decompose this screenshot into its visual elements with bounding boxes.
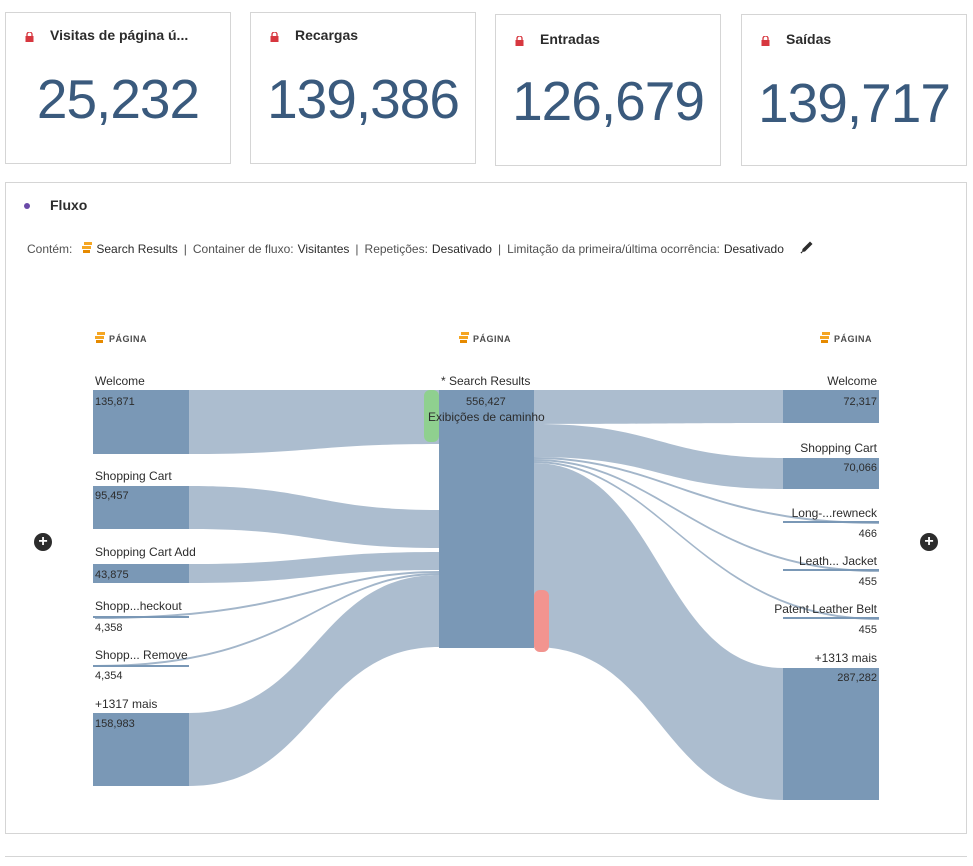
kpi-card-reloads[interactable]: Recargas 139,386 — [250, 12, 476, 164]
column-header-label: PÁGINA — [109, 333, 148, 344]
flow-node-label[interactable]: Shopp...heckout — [95, 599, 182, 613]
kpi-value: 126,679 — [512, 70, 705, 132]
lock-icon — [270, 29, 279, 42]
flow-node-value: 4,358 — [95, 622, 123, 634]
repeats-label: Repetições: — [364, 241, 428, 256]
kpi-value: 25,232 — [36, 68, 200, 130]
lock-icon — [761, 33, 770, 46]
flow-node-label[interactable]: Long-...rewneck — [792, 506, 877, 520]
flow-node-label[interactable]: Shopping Cart Add — [95, 545, 196, 559]
page-dimension-icon — [820, 332, 830, 345]
container-value[interactable]: Visitantes — [298, 242, 350, 256]
page-dimension-icon — [95, 332, 105, 345]
separator: | — [355, 241, 359, 256]
flow-node-value: 43,875 — [95, 569, 129, 581]
edit-pencil-icon[interactable] — [800, 240, 814, 257]
kpi-title: Saídas — [786, 31, 832, 47]
kpi-title: Entradas — [540, 31, 600, 47]
contains-value[interactable]: Search Results — [96, 242, 177, 256]
flow-node-value: 4,354 — [95, 670, 123, 682]
flow-node-label[interactable]: +1313 mais — [815, 651, 877, 665]
flow-node-label[interactable]: +1317 mais — [95, 697, 157, 711]
flow-node-value: 466 — [858, 528, 877, 540]
flow-node-label-center[interactable]: * Search Results — [441, 374, 530, 388]
flow-node-value: 135,871 — [95, 396, 135, 408]
flow-node-label[interactable]: Leath... Jacket — [799, 554, 877, 568]
flow-node-label[interactable]: Patent Leather Belt — [774, 602, 877, 616]
flow-node-label[interactable]: Welcome — [827, 374, 877, 388]
kpi-value: 139,717 — [758, 72, 951, 134]
flow-node-value: 455 — [858, 576, 877, 588]
kpi-value: 139,386 — [267, 68, 460, 130]
lock-icon — [515, 33, 524, 46]
column-header-right: PÁGINA — [820, 332, 872, 345]
panel-title: Fluxo — [50, 197, 88, 213]
flow-node-value: 455 — [858, 624, 877, 636]
flow-node-label[interactable]: Shopping Cart — [95, 469, 172, 483]
flow-node-value: 287,282 — [837, 672, 877, 684]
flow-node-value-center: 556,427 — [466, 396, 506, 408]
expand-right-button[interactable]: + — [920, 533, 938, 551]
separator: | — [183, 241, 187, 256]
panel-bullet-icon — [24, 203, 30, 209]
flow-node-sublabel: Exibições de caminho — [428, 410, 545, 424]
kpi-card-unique-pageviews[interactable]: Visitas de página ú... 25,232 — [5, 12, 231, 164]
column-header-left: PÁGINA — [95, 332, 147, 345]
limit-label: Limitação da primeira/última ocorrência: — [507, 241, 720, 256]
flow-filter-bar: Contém: Search Results | Container de fl… — [27, 240, 814, 257]
flow-node-label[interactable]: Shopping Cart — [800, 441, 877, 455]
flow-node-value: 70,066 — [843, 462, 877, 474]
kpi-card-entries[interactable]: Entradas 126,679 — [495, 14, 721, 166]
limit-value[interactable]: Desativado — [724, 242, 784, 256]
separator: | — [497, 241, 502, 256]
container-label: Container de fluxo: — [192, 241, 294, 256]
kpi-title: Recargas — [295, 27, 359, 43]
kpi-title: Visitas de página ú... — [50, 27, 189, 43]
kpi-card-exits[interactable]: Saídas 139,717 — [741, 14, 967, 166]
flow-node-label[interactable]: Shopp... Remove — [95, 648, 188, 662]
column-header-label: PÁGINA — [473, 333, 512, 344]
flow-node-value: 158,983 — [95, 718, 135, 730]
expand-left-button[interactable]: + — [34, 533, 52, 551]
repeats-value[interactable]: Desativado — [432, 242, 492, 256]
flow-node-value: 72,317 — [843, 396, 877, 408]
lock-icon — [25, 29, 34, 42]
next-panel-border — [5, 856, 967, 857]
flow-node-label[interactable]: Welcome — [95, 374, 145, 388]
contains-label: Contém: — [27, 241, 73, 256]
column-header-label: PÁGINA — [834, 333, 873, 344]
page-dimension-icon — [459, 332, 469, 345]
column-header-center: PÁGINA — [459, 332, 511, 345]
flow-node-value: 95,457 — [95, 490, 129, 502]
page-dimension-icon — [82, 241, 93, 256]
